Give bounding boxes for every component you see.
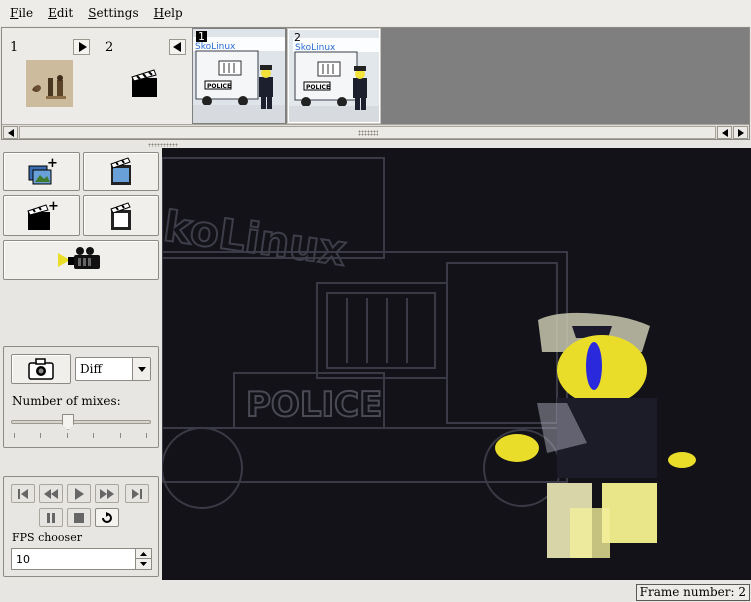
arrow-right-icon (78, 42, 87, 52)
pane-resize-grip-icon[interactable] (148, 143, 178, 147)
play-button[interactable] (67, 484, 91, 503)
loop-button[interactable] (95, 508, 119, 527)
slider-tick (120, 433, 121, 438)
menu-edit[interactable]: Edit (42, 2, 79, 24)
arrow-right-icon (737, 128, 744, 137)
menu-help[interactable]: Help (148, 2, 189, 24)
clapperboard-icon (131, 68, 159, 98)
fps-value: 10 (16, 553, 30, 566)
frame-bar-scrollbar[interactable] (2, 124, 749, 139)
menubar: File Edit Settings Help (0, 0, 751, 26)
fps-decrement-button[interactable] (135, 559, 151, 569)
remove-scene-button[interactable] (83, 195, 159, 236)
add-frames-button[interactable]: + (3, 152, 80, 191)
frame-bar: 1 2 1 SkoLinux POLICE 2 SkoLinux POLICE (1, 27, 750, 140)
mix-mode-value: Diff (80, 362, 102, 376)
scene-1[interactable]: 1 (2, 28, 92, 124)
new-scene-icon: + (26, 200, 58, 230)
slider-tick (67, 433, 68, 438)
scroll-trough[interactable] (19, 126, 716, 139)
first-frame-button[interactable] (11, 484, 35, 503)
skip-to-end-icon (132, 488, 142, 499)
svg-text:POLICE: POLICE (306, 84, 330, 91)
loop-icon (102, 511, 112, 523)
fps-spinbox[interactable]: 10 (11, 548, 152, 570)
arrow-left-icon (7, 128, 14, 137)
scroll-left-button[interactable] (3, 126, 18, 139)
svg-text:+: + (48, 200, 58, 214)
fps-increment-button[interactable] (135, 549, 151, 559)
frame-thumbnail-2[interactable]: 2 SkoLinux POLICE (288, 29, 380, 123)
slider-tick (40, 433, 41, 438)
scroll-left-button-2[interactable] (717, 126, 732, 139)
new-scene-button[interactable]: + (3, 195, 80, 236)
mixes-label: Number of mixes: (12, 394, 121, 408)
frame-number: 2 (294, 31, 301, 44)
svg-text:+: + (47, 158, 57, 171)
camera-button[interactable] (3, 240, 159, 280)
add-frames-icon: + (28, 158, 57, 184)
capture-frame-button[interactable] (11, 354, 71, 384)
scene-strip: 1 2 (2, 28, 192, 124)
fast-forward-icon (100, 488, 114, 499)
scene-2[interactable]: 2 (97, 28, 187, 124)
frame-number: 1 (196, 30, 207, 43)
svg-text:POLICE: POLICE (246, 385, 382, 425)
mixes-slider-track[interactable] (11, 420, 151, 424)
camera-viewer: POLICE koLinux (162, 148, 751, 580)
scene-number: 1 (10, 40, 19, 55)
camera-icon (28, 358, 54, 380)
last-frame-button[interactable] (125, 484, 149, 503)
fps-label: FPS chooser (12, 531, 82, 544)
slider-tick (14, 433, 15, 438)
chevron-down-icon (140, 562, 147, 566)
remove-scene-icon (110, 201, 131, 230)
scene-1-thumbnail (26, 60, 73, 107)
video-camera-icon (58, 247, 100, 269)
svg-text:POLICE: POLICE (207, 83, 231, 90)
scroll-right-button[interactable] (733, 126, 748, 139)
mix-mode-select[interactable]: Diff (75, 357, 151, 381)
pause-icon (47, 512, 55, 523)
remove-frames-button[interactable] (83, 152, 159, 191)
rewind-button[interactable] (39, 484, 63, 503)
remove-frames-icon (110, 156, 131, 185)
stop-button[interactable] (67, 508, 91, 527)
skip-to-start-icon (18, 488, 28, 499)
arrow-left-icon (721, 128, 728, 137)
fast-forward-button[interactable] (95, 484, 119, 503)
diff-frame-image: POLICE koLinux (162, 148, 751, 580)
expand-scene-button[interactable] (73, 39, 90, 55)
rewind-icon (44, 488, 58, 499)
scene-number: 2 (105, 40, 114, 55)
frame-thumbnail-1[interactable]: 1 SkoLinux POLICE (193, 29, 285, 123)
chevron-up-icon (140, 551, 147, 556)
frame-number-status: Frame number: 2 (635, 584, 750, 601)
menu-file[interactable]: File (4, 2, 39, 24)
dropdown-button[interactable] (132, 358, 150, 380)
slider-tick (93, 433, 94, 438)
arrow-left-icon (172, 42, 181, 52)
chevron-down-icon (137, 366, 146, 372)
scroll-grip-icon (358, 130, 378, 136)
frames-strip: 1 SkoLinux POLICE 2 SkoLinux POLICE (192, 28, 749, 124)
collapse-scene-button[interactable] (169, 39, 186, 55)
stop-icon (74, 512, 84, 523)
menu-settings[interactable]: Settings (82, 2, 144, 24)
pause-button[interactable] (39, 508, 63, 527)
play-icon (75, 487, 84, 500)
police-truck-image: SkoLinux POLICE (193, 29, 285, 123)
police-truck-image: SkoLinux POLICE (289, 30, 379, 122)
slider-tick (146, 433, 147, 438)
